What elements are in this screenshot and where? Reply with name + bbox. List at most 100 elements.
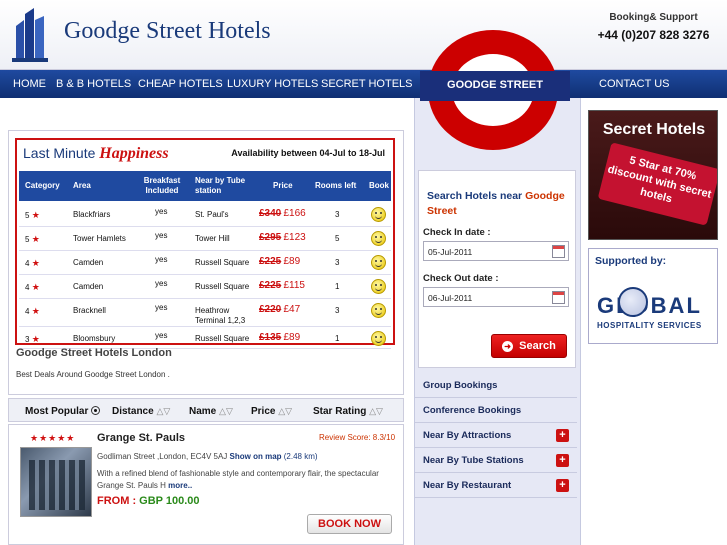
from-price: GBP 100.00 [139,495,200,507]
review-score: Review Score: 8.3/10 [319,433,396,442]
availability-range: Availability between 04-Jul to 18-Jul [231,148,385,158]
sort-arrows-icon[interactable]: △▽ [156,406,170,416]
nav-contact-us[interactable]: CONTACT US [599,78,670,90]
sort-distance[interactable]: Distance △▽ [112,406,170,417]
deal-rooms-left: 1 [335,282,340,291]
description-text: With a refined blend of fashionable styl… [97,469,379,490]
nav-cheap-hotels[interactable]: CHEAP HOTELS [138,78,223,90]
side-link-conference-bookings[interactable]: Conference Bookings [415,398,577,423]
intro-title: Goodge Street Hotels London [16,347,172,359]
sort-arrows-icon[interactable]: △▽ [278,406,292,416]
from-label: FROM : [97,495,137,507]
side-link-label: Near By Attractions [423,430,512,441]
deal-rooms-left: 1 [335,334,340,343]
sort-name[interactable]: Name △▽ [189,406,233,417]
smiley-book-icon[interactable] [371,303,386,318]
deal-row: 4 ★ Bracknell yes Heathrow Terminal 1,2,3 £2… [19,299,391,327]
deal-price: £295 £123 [259,233,306,243]
secret-hotels-ad[interactable]: Secret Hotels 5 Star at 70% discount wit… [588,110,718,240]
more-link[interactable]: more.. [168,481,192,490]
nav-bb-hotels[interactable]: B & B HOTELS [56,78,131,90]
page: Goodge Street Hotels Booking& Support +4… [0,0,727,545]
intro-subtitle: Best Deals Around Goodge Street London . [16,370,170,379]
checkin-label: Check In date : [423,227,491,238]
book-now-button[interactable]: BOOK NOW [307,514,392,534]
plus-icon[interactable]: + [556,479,569,492]
sort-price[interactable]: Price △▽ [251,406,292,417]
new-price: £115 [283,280,305,291]
new-price: £47 [283,304,301,315]
last-minute-title-plain: Last Minute [23,145,96,161]
hotel-name[interactable]: Grange St. Pauls [97,432,185,444]
calendar-icon[interactable] [552,245,565,258]
deal-rooms-left: 3 [335,306,340,315]
col-rooms-left: Rooms left [315,181,357,190]
side-link-label: Conference Bookings [423,405,522,416]
global-hospitality-ad[interactable]: Supported by: GLOBAL HOSPITALITY SERVICE… [588,248,718,344]
deal-area: Blackfriars [73,210,111,219]
new-price: £123 [283,232,306,243]
deal-rooms-left: 3 [335,210,340,219]
col-price: Price [273,181,293,190]
old-price: £135 [259,332,282,343]
site-brand[interactable]: Goodge Street Hotels [64,18,271,45]
roundel-label: GOODGE STREET [447,79,543,91]
checkout-date-value: 06-Jul-2011 [428,293,473,303]
search-button[interactable]: ➜ Search [491,334,567,358]
deal-rooms-left: 3 [335,258,340,267]
star-icon: ★ [31,334,40,344]
deal-area: Bracknell [73,306,106,315]
deal-breakfast: yes [155,207,168,216]
arrow-right-icon: ➜ [502,340,514,352]
search-title: Search Hotels near Goodge Street [427,189,577,219]
star-icon: ★ [31,282,40,292]
support-phone: +44 (0)207 828 3276 [597,28,710,42]
sort-most-popular-label: Most Popular [25,406,89,417]
radio-selected-icon[interactable] [91,406,101,415]
plus-icon[interactable]: + [556,454,569,467]
deals-table-header: Category Area Breakfast Included Near by… [19,171,391,201]
nav-luxury-hotels[interactable]: LUXURY HOTELS [227,78,318,90]
deal-rooms-left: 5 [335,234,340,243]
sort-arrows-icon[interactable]: △▽ [369,406,383,416]
star-icon: ★ [31,258,40,268]
hotel-photo[interactable] [20,447,92,517]
checkin-date-field[interactable]: 05-Jul-2011 [423,241,569,261]
calendar-icon[interactable] [552,291,565,304]
sort-star-rating-label: Star Rating [313,406,367,417]
side-link-group-bookings[interactable]: Group Bookings [415,373,577,398]
side-link-near-by-tube-stations[interactable]: Near By Tube Stations + [415,448,577,473]
deal-tube: Russell Square [195,282,250,291]
category-value: 5 [25,235,30,244]
show-on-map-link[interactable]: Show on map [230,452,282,461]
checkout-date-field[interactable]: 06-Jul-2011 [423,287,569,307]
sort-arrows-icon[interactable]: △▽ [219,406,233,416]
last-minute-deals: Last Minute Happiness Availability betwe… [15,138,395,349]
sort-distance-label: Distance [112,406,154,417]
smiley-book-icon[interactable] [371,331,386,346]
side-link-near-by-attractions[interactable]: Near By Attractions + [415,423,577,448]
smiley-book-icon[interactable] [371,231,386,246]
deal-tube: Russell Square [195,334,250,343]
deal-row: 4 ★ Camden yes Russell Square £225 £115 1 [19,275,391,299]
deal-price: £225 £115 [259,281,305,291]
nav-home[interactable]: HOME [13,78,46,90]
sort-bar: Most Popular Distance △▽ Name △▽ Price △… [8,398,404,422]
sort-most-popular[interactable]: Most Popular [25,406,101,417]
sort-star-rating[interactable]: Star Rating △▽ [313,406,383,417]
category-value: 5 [25,211,30,220]
smiley-book-icon[interactable] [371,207,386,222]
building-logo-icon[interactable] [12,6,48,64]
deal-category: 5 ★ [25,210,40,221]
search-button-label: Search [519,340,556,352]
distance-text: (2.48 km) [283,452,318,461]
deal-area: Camden [73,282,104,291]
address-text: Godliman Street ,London, EC4V 5AJ [97,452,228,461]
plus-icon[interactable]: + [556,429,569,442]
search-title-prefix: Search Hotels near [427,190,523,202]
smiley-book-icon[interactable] [371,279,386,294]
side-link-near-by-restaurant[interactable]: Near By Restaurant + [415,473,577,498]
nav-secret-hotels[interactable]: SECRET HOTELS [321,78,413,90]
star-icon: ★ [31,306,40,316]
smiley-book-icon[interactable] [371,255,386,270]
